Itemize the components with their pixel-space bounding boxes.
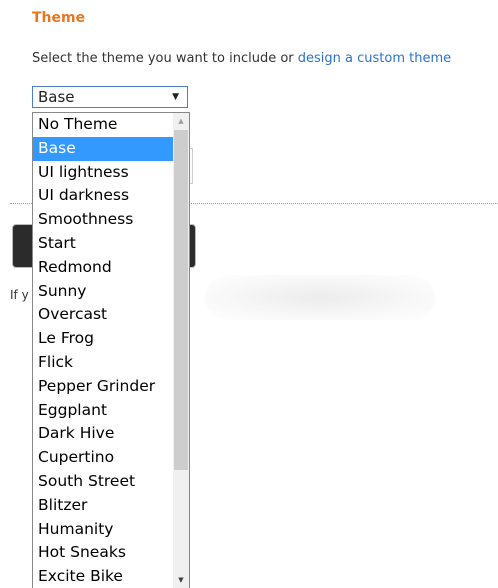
theme-option[interactable]: Blitzer [33,494,174,518]
theme-options: No Theme Base UI lightness UI darkness Smoot… [33,113,174,588]
theme-option[interactable]: No Theme [33,113,174,137]
theme-option[interactable]: Humanity [33,518,174,542]
theme-option[interactable]: Sunny [33,280,174,304]
section-title: Theme [32,10,86,26]
theme-option[interactable]: Smoothness [33,208,174,232]
theme-option[interactable]: Excite Bike [33,565,174,588]
caret-down-icon: ▼ [172,92,179,102]
theme-option[interactable]: Le Frog [33,327,174,351]
theme-option[interactable]: Dark Hive [33,422,174,446]
design-custom-theme-link[interactable]: design a custom theme [298,51,451,66]
theme-option[interactable]: UI lightness [33,161,174,185]
theme-option[interactable]: Hot Sneaks [33,541,174,565]
theme-options-list[interactable]: No Theme Base UI lightness UI darkness Smoot… [32,112,190,588]
theme-select-value: Base [38,88,75,106]
theme-option[interactable]: Start [33,232,174,256]
blurred-region [205,275,435,320]
scroll-up-arrow-icon[interactable]: ▲ [173,113,189,129]
theme-option[interactable]: Cupertino [33,446,174,470]
background-help-text: If y [10,288,29,302]
theme-select[interactable]: Base ▼ [32,86,188,108]
theme-option[interactable]: South Street [33,470,174,494]
scrollbar-thumb[interactable] [174,130,188,470]
intro-text: Select the theme you want to include or … [32,51,451,66]
list-scrollbar[interactable]: ▲ ▼ [173,113,189,588]
theme-option[interactable]: Pepper Grinder [33,375,174,399]
intro-label: Select the theme you want to include or [32,51,298,66]
theme-option[interactable]: Overcast [33,303,174,327]
theme-option[interactable]: Base [33,136,174,161]
theme-option[interactable]: Eggplant [33,399,174,423]
theme-option[interactable]: Flick [33,351,174,375]
theme-option[interactable]: Redmond [33,256,174,280]
theme-option[interactable]: UI darkness [33,184,174,208]
